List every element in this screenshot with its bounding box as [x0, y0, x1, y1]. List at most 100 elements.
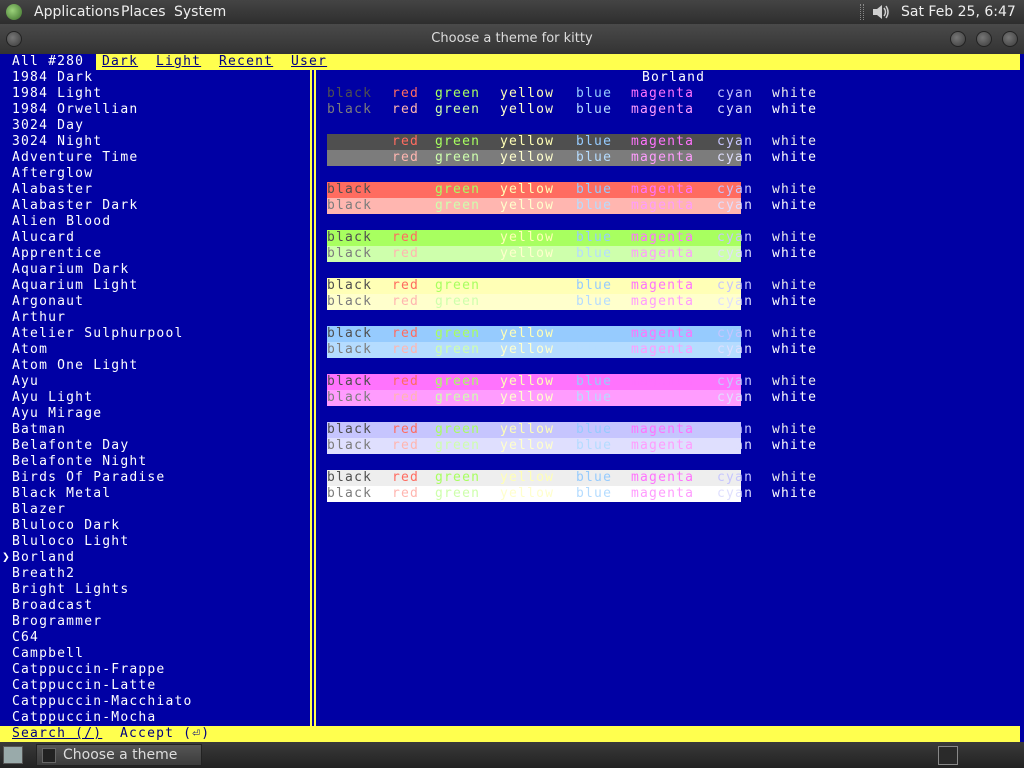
theme-list-item[interactable]: Blazer: [12, 502, 66, 518]
minimize-button[interactable]: [950, 31, 966, 47]
theme-list-item[interactable]: Belafonte Night: [12, 454, 147, 470]
color-word-red: red: [392, 422, 420, 437]
color-word-red: red: [392, 278, 420, 293]
theme-list-item[interactable]: 3024 Day: [12, 118, 84, 134]
theme-list-item[interactable]: Adventure Time: [12, 150, 138, 166]
theme-list-item[interactable]: Breath2: [12, 566, 75, 582]
color-word-yellow: yellow: [500, 134, 555, 149]
theme-list-item[interactable]: Aquarium Light: [12, 278, 138, 294]
search-shortcut[interactable]: Search (/): [12, 726, 102, 742]
color-word-yellow: yellow: [500, 342, 555, 357]
theme-list-item[interactable]: Bluloco Dark: [12, 518, 120, 534]
accept-shortcut[interactable]: Accept (⏎): [120, 726, 210, 742]
theme-list-item[interactable]: Broadcast: [12, 598, 93, 614]
theme-list-item[interactable]: Belafonte Day: [12, 438, 129, 454]
color-word-green: green: [435, 470, 481, 485]
theme-list-item[interactable]: Birds Of Paradise: [12, 470, 165, 486]
theme-list-item[interactable]: Ayu Mirage: [12, 406, 102, 422]
color-word-yellow: yellow: [500, 246, 555, 261]
color-word-magenta: magenta: [631, 182, 695, 197]
color-word-blue: blue: [576, 198, 613, 213]
color-word-yellow: yellow: [500, 278, 555, 293]
color-word-cyan: cyan: [717, 470, 754, 485]
theme-list-item[interactable]: Argonaut: [12, 294, 84, 310]
theme-list-item[interactable]: Bluloco Light: [12, 534, 129, 550]
color-word-cyan: cyan: [717, 230, 754, 245]
menu-system[interactable]: System: [174, 0, 226, 24]
theme-list-item[interactable]: Atelier Sulphurpool: [12, 326, 184, 342]
theme-list-item[interactable]: 1984 Dark: [12, 70, 93, 86]
theme-list-item[interactable]: Atom: [12, 342, 48, 358]
theme-list-item[interactable]: C64: [12, 630, 39, 646]
theme-list-item[interactable]: Afterglow: [12, 166, 93, 182]
color-word-red: red: [392, 230, 420, 245]
color-word-blue: blue: [576, 470, 613, 485]
preview-row-bg-green-normal: black red green yellow blue magenta cyan white: [327, 230, 816, 246]
close-button[interactable]: [1002, 31, 1018, 47]
color-word-cyan: cyan: [717, 134, 754, 149]
color-word-red: red: [392, 86, 420, 101]
theme-list-item[interactable]: Bright Lights: [12, 582, 129, 598]
tab-user[interactable]: User: [291, 54, 327, 70]
color-word-black: black: [327, 438, 373, 453]
theme-list-item[interactable]: Arthur: [12, 310, 66, 326]
tray-terminal-icon[interactable]: [938, 746, 958, 765]
theme-list-item[interactable]: Catppuccin-Frappe: [12, 662, 165, 678]
color-word-yellow: yellow: [500, 230, 555, 245]
theme-list-item[interactable]: Apprentice: [12, 246, 102, 262]
theme-list-item[interactable]: 1984 Orwellian: [12, 102, 138, 118]
theme-list-item[interactable]: Catppuccin-Latte: [12, 678, 156, 694]
preview-theme-name: Borland: [642, 70, 706, 85]
tab-light[interactable]: Light: [156, 54, 201, 70]
theme-list-item[interactable]: 3024 Night: [12, 134, 102, 150]
theme-list-item[interactable]: Alabaster Dark: [12, 198, 138, 214]
maximize-button[interactable]: [976, 31, 992, 47]
preview-row-bg-yellow-normal: black red green yellow blue magenta cyan white: [327, 278, 816, 294]
show-desktop-icon[interactable]: [3, 746, 23, 764]
theme-list-item[interactable]: 1984 Light: [12, 86, 102, 102]
theme-list-item[interactable]: Ayu: [12, 374, 39, 390]
theme-list-item[interactable]: Catppuccin-Macchiato: [12, 694, 193, 710]
theme-list-item[interactable]: Brogrammer: [12, 614, 102, 630]
theme-list-item[interactable]: Borland: [12, 550, 75, 566]
menu-places[interactable]: Places: [121, 0, 166, 24]
tab-recent[interactable]: Recent: [219, 54, 273, 70]
theme-list-item[interactable]: Alucard: [12, 230, 75, 246]
color-word-yellow: yellow: [500, 326, 555, 341]
color-word-black: black: [327, 470, 373, 485]
color-word-magenta: magenta: [631, 294, 695, 309]
color-word-cyan: cyan: [717, 294, 754, 309]
color-word-cyan: cyan: [717, 278, 754, 293]
tab-all[interactable]: All #280: [0, 54, 96, 70]
color-word-blue: blue: [576, 422, 613, 437]
volume-icon[interactable]: [871, 3, 891, 21]
theme-list-item[interactable]: Alabaster: [12, 182, 93, 198]
terminal[interactable]: All #280 Dark Light Recent User 1984 Dar…: [0, 54, 1024, 742]
color-word-black: black: [327, 198, 373, 213]
taskbar-window-button[interactable]: Choose a theme for ...: [36, 744, 202, 768]
preview-row-bg-magenta-normal: black red green yellow blue magenta cyan white: [327, 374, 816, 390]
theme-list-item[interactable]: Batman: [12, 422, 66, 438]
color-word-green: green: [435, 326, 481, 341]
color-word-white: white: [772, 102, 818, 117]
theme-list[interactable]: 1984 Dark 1984 Light 1984 Orwellian 3024 Da…: [0, 70, 310, 726]
theme-list-item[interactable]: Ayu Light: [12, 390, 93, 406]
color-word-black: black: [327, 422, 373, 437]
theme-list-item[interactable]: Alien Blood: [12, 214, 111, 230]
color-word-green: green: [435, 134, 481, 149]
color-word-magenta: magenta: [631, 86, 695, 101]
color-word-red: red: [392, 342, 420, 357]
color-word-blue: blue: [576, 150, 613, 165]
theme-list-item[interactable]: Campbell: [12, 646, 84, 662]
gnome-foot-icon[interactable]: [6, 4, 22, 20]
theme-list-item[interactable]: Atom One Light: [12, 358, 138, 374]
theme-list-item[interactable]: Black Metal: [12, 486, 111, 502]
tab-bar: All #280 Dark Light Recent User: [0, 54, 1020, 70]
theme-list-item[interactable]: Catppuccin-Mocha: [12, 710, 156, 726]
tab-dark[interactable]: Dark: [102, 54, 138, 70]
preview-row-bg-white-normal: black red green yellow blue magenta cyan white: [327, 470, 816, 486]
window-titlebar[interactable]: Choose a theme for kitty: [0, 24, 1024, 54]
color-word-red: red: [392, 198, 420, 213]
theme-list-item[interactable]: Aquarium Dark: [12, 262, 129, 278]
menu-applications[interactable]: Applications: [34, 0, 120, 24]
